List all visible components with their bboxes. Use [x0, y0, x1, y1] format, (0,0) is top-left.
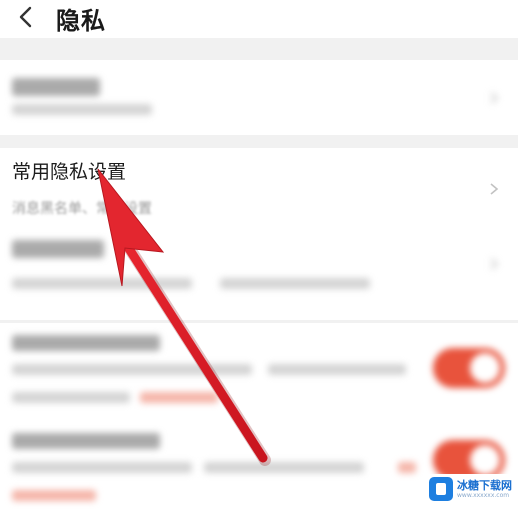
- blurred-subtitle: [12, 364, 252, 375]
- blurred-subtitle: [204, 462, 364, 473]
- chevron-right-icon: [490, 258, 499, 270]
- privacy-screen: 隐私 常用隐私设置 消息黑名单、常用设置 冰糖下载网 www.xxxxxx.co…: [0, 0, 518, 520]
- blurred-title: [12, 78, 100, 96]
- blurred-link: [140, 392, 218, 403]
- list-item-blurred-1[interactable]: [0, 60, 518, 135]
- blurred-subtitle: [12, 104, 152, 115]
- chevron-right-icon: [490, 183, 499, 195]
- blurred-title: [12, 335, 160, 351]
- blurred-subtitle: [268, 364, 406, 375]
- watermark-name: 冰糖下载网: [457, 479, 512, 492]
- chevron-right-icon: [490, 92, 499, 104]
- blurred-subtitle: [12, 278, 192, 289]
- chevron-left-icon[interactable]: [10, 0, 44, 36]
- top-bar: 隐私: [0, 0, 518, 38]
- section-gap: [0, 38, 518, 60]
- watermark: 冰糖下载网 www.xxxxxx.com: [426, 474, 516, 504]
- watermark-url: www.xxxxxx.com: [457, 492, 510, 499]
- watermark-logo-icon: [429, 477, 453, 501]
- blurred-title: [12, 433, 160, 449]
- toggle-knob: [470, 445, 500, 475]
- blurred-subtitle: [12, 392, 130, 403]
- item-title: 常用隐私设置: [12, 161, 127, 183]
- privacy-toggle-switch[interactable]: [433, 348, 505, 388]
- blurred-link: [398, 462, 416, 473]
- blurred-subtitle: [12, 462, 192, 473]
- toggle-knob: [470, 353, 500, 383]
- blurred-link: [12, 490, 96, 501]
- item-subtitle: 消息黑名单、常用设置: [12, 201, 152, 217]
- blurred-subtitle: [220, 278, 370, 289]
- page-title: 隐私: [56, 7, 106, 35]
- blurred-title: [12, 240, 104, 258]
